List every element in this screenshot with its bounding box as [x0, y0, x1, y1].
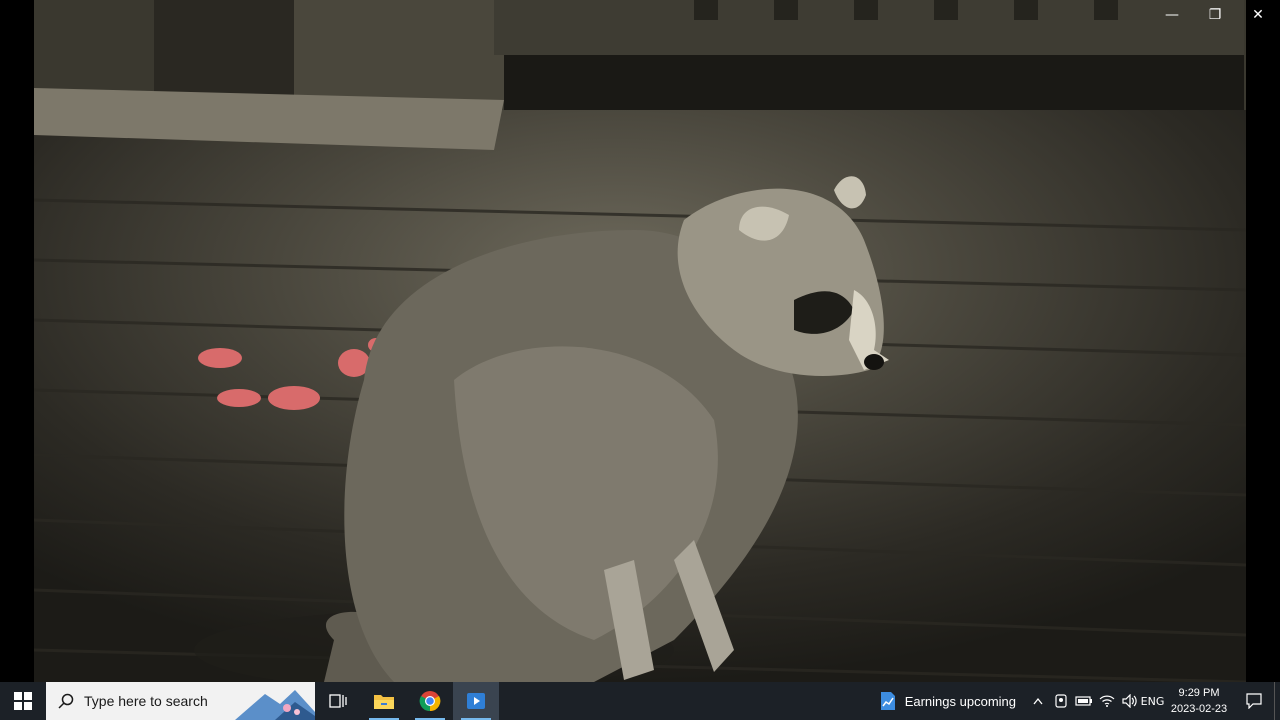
taskbar: Type here to search Earnings upcoming EN… [0, 682, 1280, 720]
task-view-icon[interactable] [315, 682, 361, 720]
meet-now-icon[interactable] [1049, 682, 1072, 720]
wifi-icon[interactable] [1095, 682, 1118, 720]
stock-chart-icon [880, 692, 895, 710]
restore-icon[interactable]: ❐ [1193, 0, 1237, 30]
close-icon[interactable]: ✕ [1236, 0, 1280, 30]
search-box[interactable]: Type here to search [46, 682, 315, 720]
show-desktop-button[interactable] [1274, 682, 1280, 720]
search-placeholder: Type here to search [84, 693, 208, 709]
volume-icon[interactable] [1118, 682, 1141, 720]
notification-center-icon[interactable] [1234, 682, 1274, 720]
video-frame[interactable] [34, 0, 1246, 682]
clock[interactable]: 9:29 PM 2023-02-23 [1164, 685, 1234, 717]
news-label: Earnings upcoming [904, 693, 1016, 709]
show-hidden-icons-chevron-icon[interactable] [1026, 682, 1049, 720]
news-widget[interactable]: Earnings upcoming [869, 682, 1026, 720]
windows-start-icon[interactable] [0, 682, 46, 720]
system-tray: Earnings upcoming ENG 9:29 PM 2023-02-23 [869, 682, 1280, 720]
clock-date: 2023-02-23 [1170, 703, 1228, 715]
clock-time: 9:29 PM [1178, 687, 1220, 699]
search-icon [58, 693, 74, 709]
battery-icon[interactable] [1072, 682, 1095, 720]
chrome-icon[interactable] [407, 682, 453, 720]
minimize-icon[interactable]: — [1150, 0, 1194, 30]
raccoon-photo [34, 0, 1246, 682]
file-explorer-icon[interactable] [361, 682, 407, 720]
media-window: — ❐ ✕ [0, 0, 1280, 682]
media-player-icon[interactable] [453, 682, 499, 720]
search-highlight-art-icon [235, 690, 315, 720]
language-indicator[interactable]: ENG [1141, 682, 1165, 720]
